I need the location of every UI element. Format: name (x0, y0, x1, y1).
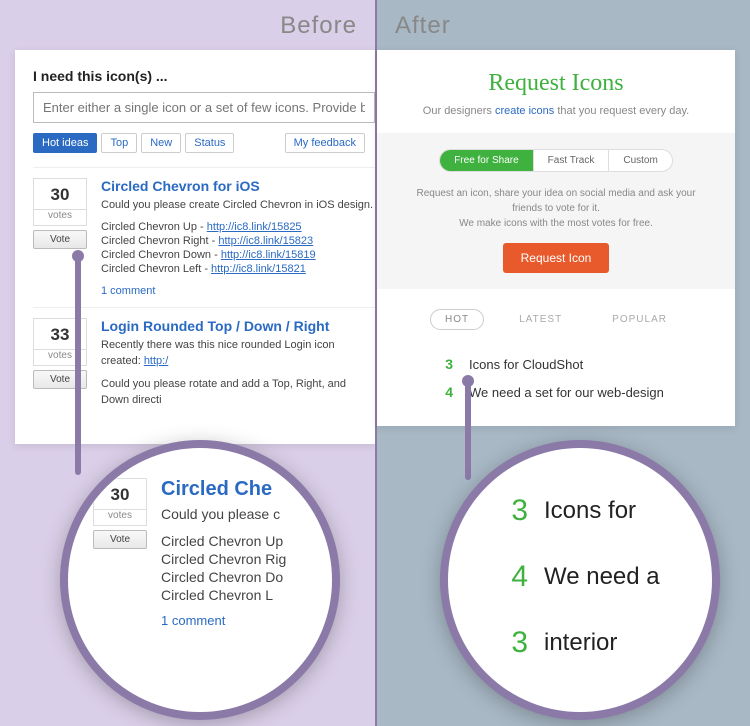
vote-button[interactable]: Vote (33, 230, 87, 249)
filter-popular[interactable]: POPULAR (597, 309, 682, 330)
before-card: I need this icon(s) ... Hot ideas Top Ne… (15, 50, 375, 444)
idea-comments[interactable]: 1 comment (101, 285, 375, 297)
chevron-link[interactable]: http://ic8.link/15825 (207, 221, 302, 233)
list-item[interactable]: 3 Icons for CloudShot (387, 350, 725, 378)
idea-row: 33 votes Vote Login Rounded Top / Down /… (33, 307, 375, 426)
tab-new[interactable]: New (141, 133, 181, 153)
pill-fast-track[interactable]: Fast Track (533, 150, 609, 171)
vote-label: votes (93, 510, 147, 526)
list-item[interactable]: 4 We need a set for our web-design (387, 378, 725, 406)
tab-my-feedback[interactable]: My feedback (285, 133, 365, 153)
after-subtitle: Our designers create icons that you requ… (387, 105, 725, 117)
idea-desc: Could you please c (161, 505, 332, 525)
list-text: Icons for CloudShot (469, 357, 583, 372)
idea-title[interactable]: Circled Chevron for iOS (101, 178, 375, 194)
vote-count: 30 (93, 478, 147, 510)
chevron-link[interactable]: http://ic8.link/15821 (211, 263, 306, 275)
tab-status[interactable]: Status (185, 133, 234, 153)
vote-label: votes (33, 210, 87, 226)
after-title: Request Icons (387, 70, 725, 97)
pointer-line (465, 380, 471, 480)
list-item[interactable]: 3 interior (468, 620, 712, 666)
list-votes: 4 (437, 384, 453, 400)
idea-desc: Could you please rotate and add a Top, R… (101, 377, 375, 408)
before-heading: I need this icon(s) ... (33, 68, 375, 84)
pill-custom[interactable]: Custom (608, 150, 671, 171)
chevron-link[interactable]: http://ic8.link/15823 (218, 235, 313, 247)
before-label: Before (280, 12, 357, 40)
after-note: Request an icon, share your idea on soci… (387, 186, 725, 231)
after-label: After (395, 12, 451, 40)
after-card: Request Icons Our designers create icons… (377, 50, 735, 426)
pointer-dot (462, 375, 474, 387)
idea-title[interactable]: Login Rounded Top / Down / Right (101, 318, 375, 334)
idea-desc: Recently there was this nice rounded Log… (101, 338, 375, 369)
idea-desc: Could you please create Circled Chevron … (101, 198, 375, 213)
zoom-after: 3 Icons for 4 We need a 3 interior (440, 440, 720, 720)
idea-input[interactable] (33, 92, 375, 123)
pointer-dot (72, 250, 84, 262)
chevron-link[interactable]: http://ic8.link/15819 (221, 249, 316, 261)
filter-hot[interactable]: HOT (430, 309, 484, 330)
zoom-before: 30 votes Vote Circled Che Could you plea… (60, 440, 340, 720)
vote-button[interactable]: Vote (93, 530, 147, 549)
filter-latest[interactable]: LATEST (504, 309, 577, 330)
idea-link[interactable]: http:/ (144, 355, 168, 367)
idea-comments[interactable]: 1 comment (161, 613, 332, 628)
list-text: We need a set for our web-design (469, 385, 664, 400)
vote-count: 30 (33, 178, 87, 210)
list-item[interactable]: 4 We need a (468, 554, 712, 600)
pill-free[interactable]: Free for Share (440, 150, 532, 171)
tab-top[interactable]: Top (101, 133, 137, 153)
request-icon-button[interactable]: Request Icon (503, 243, 610, 273)
idea-row: 30 votes Vote Circled Chevron for iOS Co… (33, 167, 375, 307)
create-icons-link[interactable]: create icons (495, 105, 554, 117)
tab-hot-ideas[interactable]: Hot ideas (33, 133, 97, 153)
pointer-line (75, 255, 81, 475)
list-item[interactable]: 3 Icons for (468, 488, 712, 534)
list-votes: 3 (437, 356, 453, 372)
